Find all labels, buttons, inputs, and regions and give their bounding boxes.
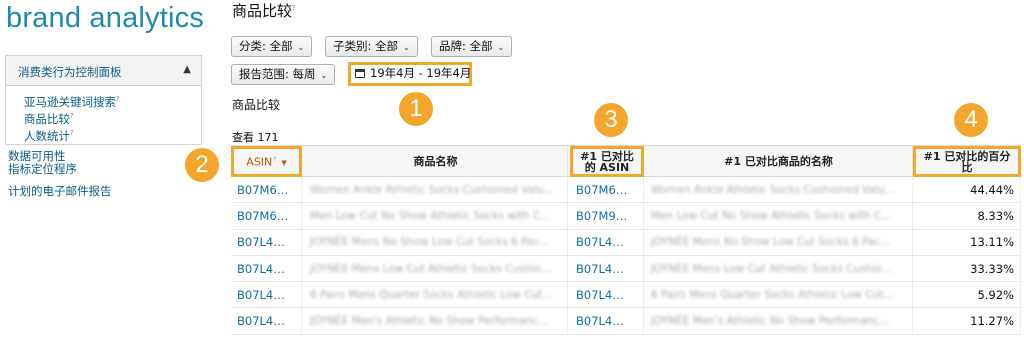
callout-3: 3 (594, 103, 628, 137)
column-header-compared-name[interactable]: #1 已对比商品的名称 (645, 146, 913, 177)
cell-compared-name: JOYNÉE Mens No Show Low Cut Socks 6 Pac… (645, 229, 913, 255)
subcategory-filter[interactable]: 子类别: 全部 ⌄ (325, 36, 418, 57)
cell-product-name: 6 Pairs Mens Quarter Socks Athletic Low … (304, 282, 568, 308)
help-mark: ? (116, 95, 120, 103)
table-row: B07L4… JOYNÉE Mens Low Cut Athletic Socks… (231, 255, 1021, 283)
help-mark: ? (70, 111, 74, 120)
cell-compared-name: 6 Pairs Mens Quarter Socks Athletic Low … (645, 282, 913, 308)
cell-compared-asin[interactable]: B07L4… (570, 255, 644, 282)
brand-filter[interactable]: 品牌: 全部 ⌄ (431, 36, 513, 57)
table-row: B07M6… Women Ankle Athletic Socks Cushion… (231, 177, 1021, 204)
callout-1: 1 (399, 92, 433, 126)
cell-asin[interactable]: B07L4… (231, 229, 302, 255)
calendar-icon (355, 69, 365, 78)
cell-product-name: JOYNÉE Mens No Show Low Cut Socks 6 Pac… (304, 229, 568, 255)
panel-title: 消费类行为控制面板 (18, 65, 122, 79)
page-title: 商品比较? (232, 2, 296, 20)
cell-compared-asin[interactable]: B07M9… (570, 203, 644, 229)
comparison-table: ASIN↑▼ 商品名称 #1 已对比的 ASIN #1 已对比商品的名称 #1 … (231, 145, 1021, 335)
section-subtitle: 商品比较 (232, 98, 281, 112)
chevron-up-icon[interactable]: ▲ (183, 64, 191, 75)
column-header-product-name[interactable]: 商品名称 (304, 146, 568, 177)
help-mark: ? (70, 128, 74, 137)
cell-compared-asin[interactable]: B07L4… (570, 308, 644, 334)
sort-caret-icon: ▼ (281, 159, 287, 168)
report-range-select[interactable]: 报告范围: 每周 ⌄ (231, 64, 336, 85)
callout-2: 2 (185, 148, 219, 182)
table-row: B07L4… JOYNÉE Mens No Show Low Cut Socks … (231, 229, 1021, 256)
cell-product-name: JOYNÉE Mens Low Cut Athletic Socks Cushi… (304, 255, 568, 282)
sidebar-item-item-comparison[interactable]: 商品比较? (24, 109, 120, 126)
help-mark: ? (292, 4, 296, 12)
cell-asin[interactable]: B07L4… (231, 255, 302, 282)
cell-product-name: Men Low Cut No Show Athletic Socks with … (304, 203, 568, 229)
cell-compared-asin[interactable]: B07M6… (570, 177, 644, 203)
cell-compared-asin[interactable]: B07L4… (570, 282, 644, 308)
table-row: B07M6… Men Low Cut No Show Athletic Socks… (231, 203, 1021, 230)
sidebar-link-scheduled-email-reports[interactable]: 计划的电子邮件报告 (8, 185, 112, 198)
cell-product-name: Women Ankle Athletic Socks Cushioned Val… (304, 177, 568, 203)
table-header: ASIN↑▼ 商品名称 #1 已对比的 ASIN #1 已对比商品的名称 #1 … (231, 145, 1021, 177)
cell-compared-percent: 13.11% (913, 229, 1021, 255)
panel-header[interactable]: 消费类行为控制面板 ▲ (6, 56, 201, 86)
column-header-asin[interactable]: ASIN↑▼ (231, 146, 302, 177)
view-count: 查看 171 (232, 131, 279, 144)
cell-compared-percent: 11.27% (913, 308, 1021, 334)
sidebar-item-demographics[interactable]: 人数统计? (24, 126, 120, 142)
cell-compared-name: Men Low Cut No Show Athletic Socks with … (645, 203, 913, 229)
cell-asin[interactable]: B07L4… (231, 308, 302, 334)
table-row: B07L4… 6 Pairs Mens Quarter Socks Athleti… (231, 282, 1021, 309)
cell-compared-percent: 8.33% (913, 203, 1021, 229)
consumer-behavior-panel: 消费类行为控制面板 ▲ 亚马逊关键词搜索? 商品比较? 人数统计? (5, 55, 202, 145)
column-header-compared-percent[interactable]: #1 已对比的百分比 (913, 146, 1021, 177)
caret-down-icon: ⌄ (497, 43, 505, 52)
caret-down-icon: ⌄ (320, 71, 328, 80)
caret-down-icon: ⌄ (403, 43, 410, 52)
sidebar-item-keyword-search[interactable]: 亚马逊关键词搜索? (24, 92, 120, 109)
cell-compared-name: Women Ankle Athletic Socks Cushioned Val… (645, 177, 913, 203)
cell-asin[interactable]: B07M6… (231, 177, 302, 203)
cell-compared-asin[interactable]: B07L4… (570, 229, 644, 255)
caret-down-icon: ⌄ (297, 43, 305, 52)
table-row: B07L4… JOYNÉE Men's Athletic No Show Perf… (231, 308, 1021, 335)
date-range-picker[interactable]: 19年4月 - 19年4月 (348, 62, 472, 86)
cell-compared-percent: 33.33% (913, 255, 1021, 282)
cell-asin[interactable]: B07M6… (231, 203, 302, 229)
column-header-compared-asin[interactable]: #1 已对比的 ASIN (570, 146, 644, 177)
callout-4: 4 (954, 103, 988, 137)
cell-product-name: JOYNÉE Men's Athletic No Show Performanc… (304, 308, 568, 334)
cell-compared-name: JOYNÉE Men's Athletic No Show Performanc… (645, 308, 913, 334)
sidebar-link-metric-locator[interactable]: 指标定位程序 (8, 163, 112, 176)
cell-compared-percent: 5.92% (913, 282, 1021, 308)
category-filter[interactable]: 分类: 全部 ⌄ (231, 36, 313, 57)
cell-compared-percent: 44.44% (913, 177, 1021, 203)
cell-asin[interactable]: B07L4… (231, 282, 302, 308)
cell-compared-name: JOYNÉE Mens Low Cut Athletic Socks Cushi… (645, 255, 913, 282)
brand-logo: brand analytics (6, 2, 205, 34)
